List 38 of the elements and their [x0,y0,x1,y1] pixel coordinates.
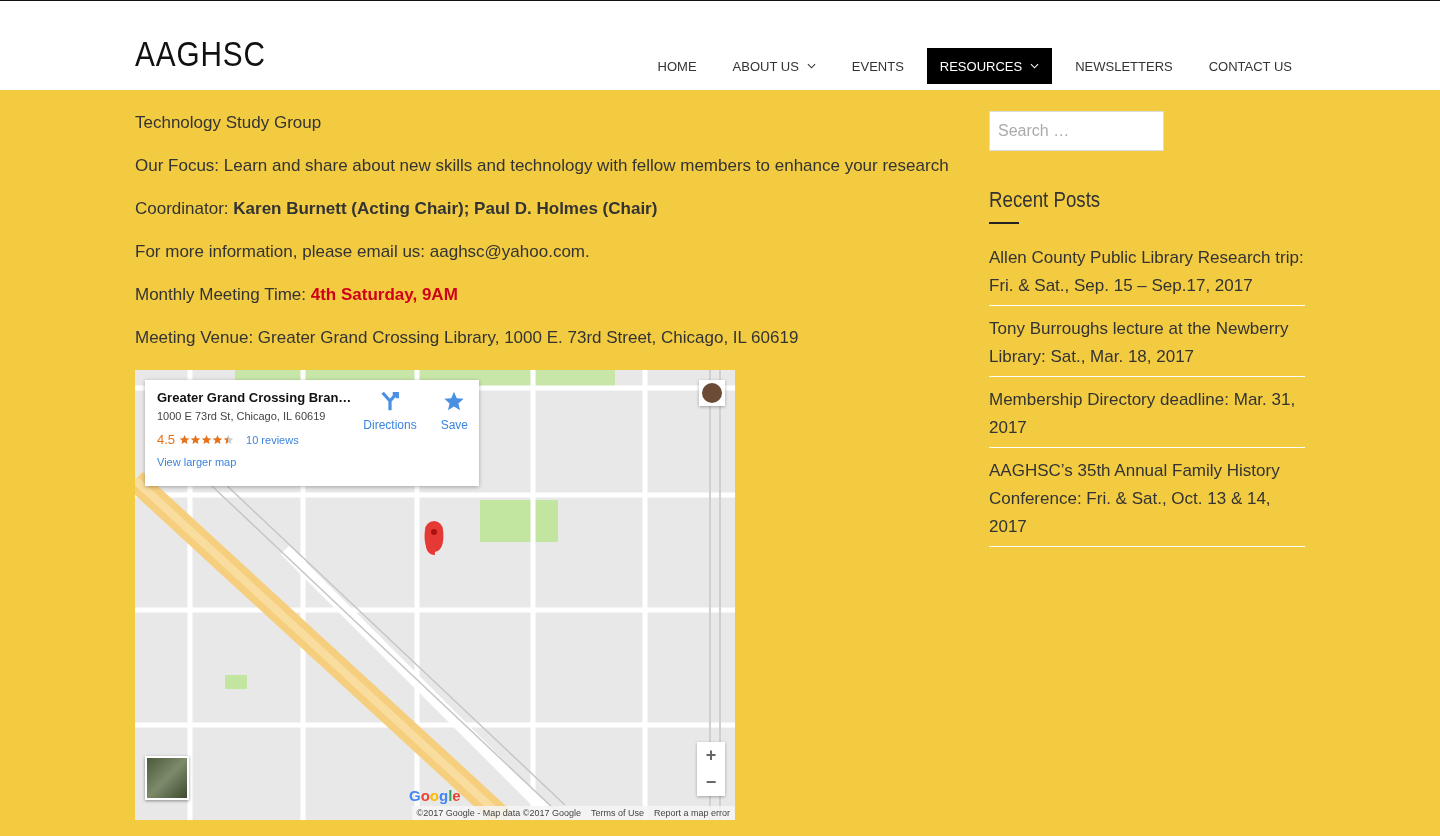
search-field[interactable]: Search … [989,111,1164,151]
attribution-link[interactable]: Report a map error [648,806,735,820]
avatar-icon[interactable] [699,380,725,406]
paragraph: Coordinator: Karen Burnett (Acting Chair); Paul D. Holmes (Chair) [135,198,659,220]
nav-item[interactable]: EVENTS [838,48,917,84]
post-link[interactable]: Allen County Public Library Research trip: Fri. & Sat., Sep. 15 – Sep.17, 2017 [989,244,1305,306]
place-name: Greater Grand Crossing Bran… [157,390,352,405]
directions-button[interactable]: Directions [357,390,423,436]
nav-item[interactable]: RESOURCES [926,48,1053,84]
attribution-link[interactable]: ©2017 Google - Map data ©2017 Google [411,806,586,820]
paragraph: Meeting Venue: Greater Grand Crossing Library, 1000 E. 73rd Street, Chicago, IL 60619 [135,327,800,349]
paragraph: Our Focus: Learn and share about new skills and technology with fellow members to enhance your research [135,155,950,177]
paragraph: Monthly Meeting Time: 4th Saturday, 9AM [135,284,459,306]
chevron-down-icon [806,63,816,69]
post-link[interactable]: Membership Directory deadline: Mar. 31, 2017 [989,386,1305,448]
paragraph: Technology Study Group [135,112,323,134]
nav-item[interactable]: CONTACT US [1195,48,1305,84]
site-title[interactable]: AAGHSC [135,34,266,74]
save-button[interactable]: Save [434,390,475,436]
directions-icon [379,390,401,412]
rating-value: 4.5 [157,432,176,447]
post-link[interactable]: Tony Burroughs lecture at the Newberry Library: Sat., Mar. 18, 2017 [989,315,1305,377]
star-icon [443,390,466,412]
paragraph: For more information, please email us: aaghsc@yahoo.com. [135,241,591,263]
zoom-in-button[interactable]: + [697,742,725,769]
reviews-link[interactable]: 10 reviews [246,433,299,446]
widget-title: Recent Posts [989,187,1102,213]
satellite-toggle[interactable] [145,756,189,800]
larger-map-link[interactable]: View larger map [157,456,352,468]
nav-item[interactable]: NEWSLETTERS [1062,48,1186,84]
attribution-link[interactable]: Terms of Use [585,806,649,820]
zoom-out-button[interactable]: − [697,769,725,796]
map-logo: Google [409,787,461,804]
chevron-down-icon [1030,63,1040,69]
post-link[interactable]: AAGHSC’s 35th Annual Family History Conference: Fri. & Sat., Oct. 13 & 14, 2017 [989,457,1305,547]
place-address: 1000 E 73rd St, Chicago, IL 60619 [157,410,327,422]
nav-item[interactable]: ABOUT US [719,48,829,84]
nav-item[interactable]: HOME [644,48,710,84]
